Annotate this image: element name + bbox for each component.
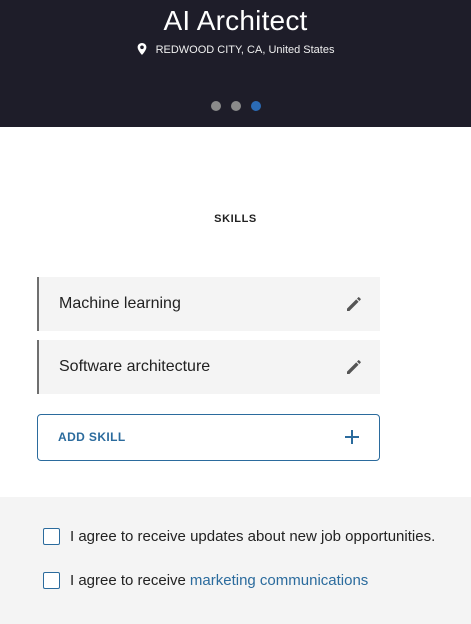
job-updates-consent: I agree to receive updates about new job…: [43, 525, 435, 547]
job-header: AI Architect REDWOOD CITY, CA, United St…: [0, 0, 471, 127]
job-updates-checkbox[interactable]: [43, 527, 60, 545]
add-skill-button[interactable]: ADD SKILL: [37, 414, 380, 461]
carousel-dot-2[interactable]: [230, 101, 241, 111]
marketing-label: I agree to receive: [70, 571, 186, 589]
location-text: REDWOOD CITY, CA, United States: [155, 44, 335, 56]
plus-icon: [345, 430, 359, 444]
job-title: AI Architect: [163, 5, 308, 36]
marketing-checkbox[interactable]: [43, 571, 60, 589]
pencil-icon[interactable]: [344, 357, 364, 377]
job-updates-label: I agree to receive updates about new job…: [70, 527, 436, 545]
skill-item: Software architecture: [37, 340, 380, 394]
consent-section: I agree to receive updates about new job…: [0, 497, 471, 624]
skills-heading: SKILLS: [214, 213, 257, 225]
skill-item: Machine learning: [37, 277, 380, 331]
job-application-page: AI Architect REDWOOD CITY, CA, United St…: [0, 0, 471, 624]
marketing-consent: I agree to receive marketing communicati…: [43, 569, 368, 591]
carousel-dot-1[interactable]: [210, 101, 221, 111]
carousel-dot-3-active[interactable]: [250, 101, 261, 111]
location-pin-icon: [137, 43, 146, 55]
job-location: REDWOOD CITY, CA, United States: [0, 42, 471, 58]
skill-label: Software architecture: [59, 358, 211, 375]
pencil-icon[interactable]: [344, 294, 364, 314]
marketing-communications-link[interactable]: marketing communications: [190, 572, 368, 589]
add-skill-label: ADD SKILL: [58, 430, 126, 444]
carousel-indicator: [0, 101, 471, 111]
skill-label: Machine learning: [59, 295, 181, 312]
